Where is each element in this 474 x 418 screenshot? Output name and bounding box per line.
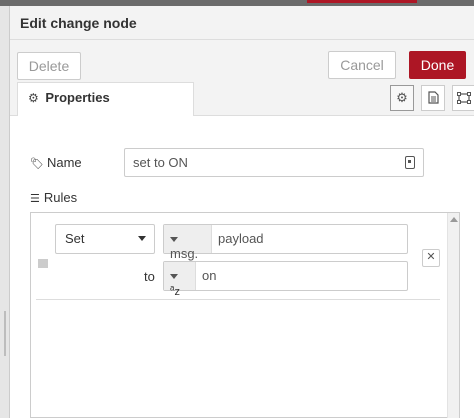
list-icon: ☰ — [30, 193, 40, 205]
drag-handle-icon[interactable]: ▬ ▬ ▬ — [38, 255, 48, 271]
rule-target-input[interactable]: msg. payload — [163, 224, 408, 261]
delete-button[interactable]: Delete — [17, 52, 81, 80]
rules-scrollbar[interactable] — [447, 213, 459, 418]
properties-form: 🏷 Name set to ON ☰ Rules ▬ ▬ ▬ Set msg. payl… — [10, 116, 474, 418]
tag-icon: 🏷 — [30, 158, 44, 170]
resize-grip[interactable] — [4, 311, 6, 356]
description-icon — [427, 91, 439, 104]
tab-appearance[interactable] — [452, 85, 474, 111]
target-type-label: msg. — [170, 246, 199, 261]
cancel-button[interactable]: Cancel — [328, 51, 396, 79]
gear-icon: ⚙ — [28, 91, 39, 105]
format-icon[interactable] — [405, 156, 415, 169]
chevron-down-icon — [138, 236, 146, 241]
done-button[interactable]: Done — [409, 51, 466, 79]
rule-value: on — [202, 268, 217, 283]
top-strip-accent — [307, 0, 417, 3]
tray-toolbar: Delete Cancel Done — [10, 40, 474, 82]
rule-action-value: Set — [65, 231, 85, 246]
name-field-value: set to ON — [133, 155, 188, 170]
workspace-edge — [0, 6, 10, 418]
rules-list: ▬ ▬ ▬ Set msg. payload to az on ✕ — [30, 212, 460, 418]
rule-value-input[interactable]: az on — [163, 261, 408, 298]
target-value: payload — [218, 231, 264, 246]
caret-down-icon — [170, 237, 178, 243]
caret-down-icon — [170, 274, 178, 280]
tray-header: Edit change node — [10, 6, 474, 40]
name-label: 🏷 Name — [30, 155, 82, 170]
to-label: to — [144, 269, 155, 284]
name-label-text: Name — [46, 155, 82, 170]
close-icon: ✕ — [426, 251, 436, 263]
string-type-icon: az — [170, 283, 180, 298]
name-field[interactable]: set to ON — [124, 148, 424, 177]
gear-icon: ⚙ — [396, 90, 408, 105]
rules-label: ☰ Rules — [30, 190, 77, 205]
tab-description[interactable] — [421, 85, 445, 111]
rule-action-select[interactable]: Set — [55, 224, 155, 254]
scroll-up-icon[interactable] — [450, 217, 458, 222]
tray-tabs: ⚙ Properties ⚙ — [10, 82, 474, 117]
value-type-button[interactable]: az — [164, 262, 196, 298]
tab-settings-gear[interactable]: ⚙ — [390, 85, 414, 111]
tab-properties[interactable]: ⚙ Properties — [17, 82, 194, 117]
rules-label-text: Rules — [43, 190, 78, 205]
tab-properties-label: Properties — [45, 90, 110, 105]
remove-rule-button[interactable]: ✕ — [422, 249, 440, 267]
appearance-icon — [457, 92, 471, 104]
edit-tray: Edit change node Delete Cancel Done ⚙ Pr… — [10, 6, 474, 418]
rule-divider — [36, 299, 440, 300]
target-type-button[interactable]: msg. — [164, 225, 212, 261]
tray-title: Edit change node — [20, 15, 137, 31]
